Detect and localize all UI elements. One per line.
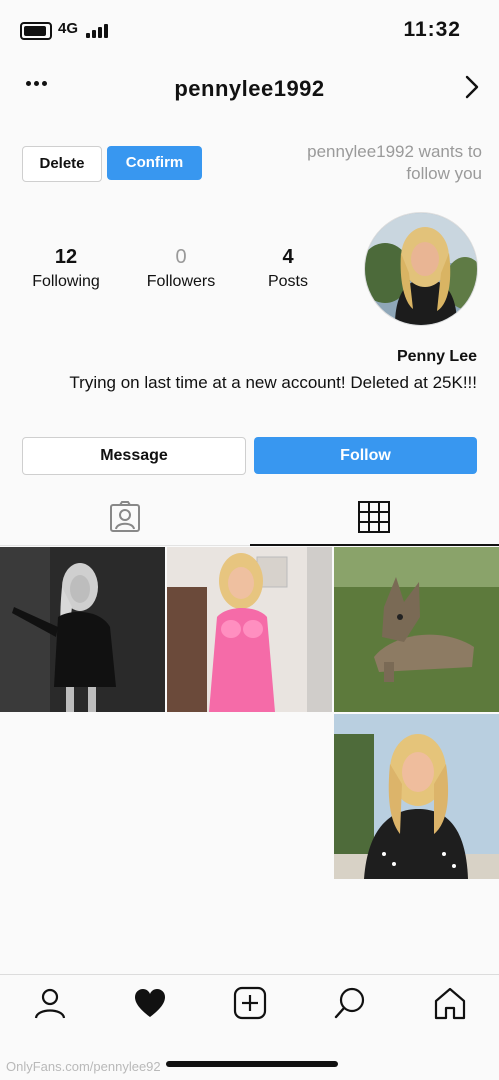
tagged-icon[interactable] — [108, 500, 142, 534]
followers-label: Followers — [146, 273, 216, 290]
heart-icon[interactable] — [133, 986, 167, 1020]
add-post-icon[interactable] — [233, 986, 267, 1020]
back-chevron-icon[interactable] — [462, 74, 482, 100]
confirm-request-button[interactable]: Confirm — [107, 146, 202, 180]
active-tab-indicator — [250, 544, 499, 546]
delete-request-button[interactable]: Delete — [22, 146, 102, 182]
watermark-text: OnlyFans.com/pennylee92 — [6, 1059, 161, 1074]
post-black-dress-bw[interactable] — [0, 547, 165, 712]
grid-icon[interactable] — [357, 500, 391, 534]
stat-following[interactable]: 12 Following — [16, 246, 116, 291]
bio-text: Trying on last time at a new account! De… — [69, 373, 477, 392]
bottom-nav-divider — [0, 974, 499, 975]
following-count: 12 — [54, 246, 78, 268]
follow-button[interactable]: Follow — [254, 437, 477, 474]
posts-label: Posts — [267, 273, 308, 290]
post-pink-dress[interactable] — [167, 547, 332, 712]
home-icon[interactable] — [433, 986, 467, 1020]
post-dog-on-grass[interactable] — [334, 547, 499, 712]
search-icon[interactable] — [333, 986, 367, 1020]
posts-count: 4 — [282, 246, 294, 268]
home-indicator[interactable] — [166, 1061, 338, 1067]
avatar[interactable] — [364, 212, 478, 326]
follow-request-text: pennylee1992 wants to follow you — [307, 142, 482, 183]
profile-username-title: pennylee1992 — [174, 76, 325, 101]
post-polka-dot-outdoor[interactable] — [334, 714, 499, 879]
stat-followers[interactable]: 0 Followers — [131, 246, 231, 291]
signal-icon — [86, 22, 112, 38]
stat-posts: 4 Posts — [238, 246, 338, 291]
status-bar: 4G 11:32 — [0, 0, 499, 62]
clock: 11:32 — [403, 18, 461, 41]
following-label: Following — [32, 273, 100, 290]
network-type: 4G — [58, 20, 79, 37]
battery-icon — [20, 22, 52, 40]
followers-count: 0 — [175, 246, 187, 268]
profile-icon[interactable] — [33, 986, 67, 1020]
display-name: Penny Lee — [396, 348, 477, 365]
message-button[interactable]: Message — [22, 437, 246, 475]
